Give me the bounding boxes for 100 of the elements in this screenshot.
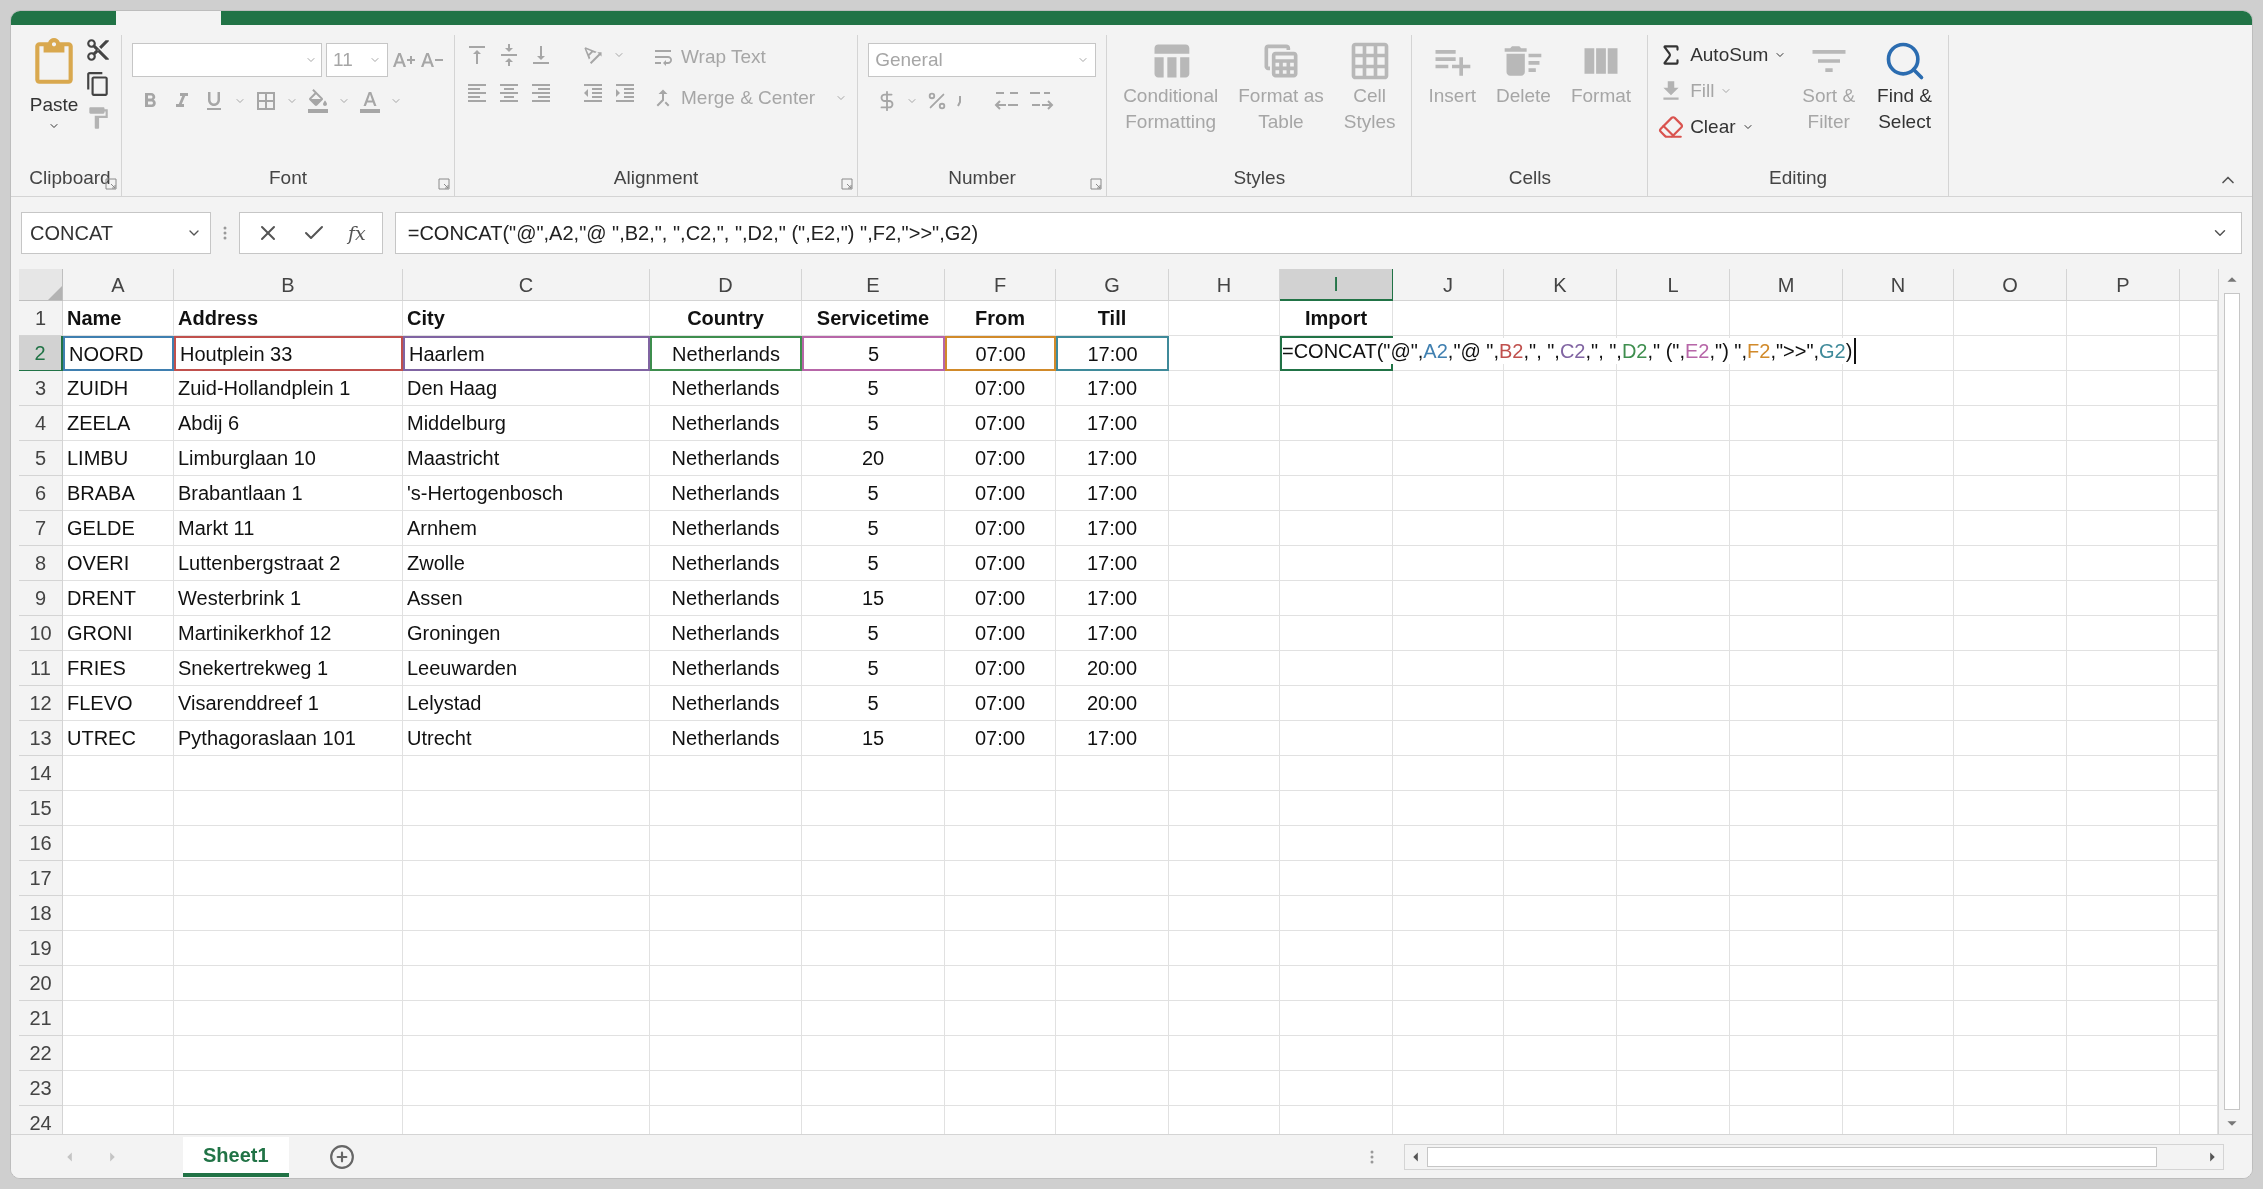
- scissors-icon[interactable]: [85, 37, 111, 63]
- row-header[interactable]: 19: [19, 931, 63, 966]
- table-cell: ZEELA: [63, 406, 174, 441]
- table-cell: 17:00: [1056, 476, 1169, 511]
- copy-icon[interactable]: [85, 71, 111, 97]
- table-cell: Westerbrink 1: [174, 581, 403, 616]
- table-cell: ZUIDH: [63, 371, 174, 406]
- scroll-thumb[interactable]: [2223, 293, 2240, 1110]
- table-cell: 15: [802, 581, 945, 616]
- group-label: Editing: [1769, 165, 1828, 190]
- column-header[interactable]: O: [1954, 269, 2067, 301]
- row-header[interactable]: 9: [19, 581, 63, 616]
- table-cell: Netherlands: [650, 441, 802, 476]
- row-header[interactable]: 2: [19, 336, 63, 371]
- column-header[interactable]: J: [1393, 269, 1504, 301]
- table-cell: 17:00: [1056, 721, 1169, 756]
- row-header[interactable]: 20: [19, 966, 63, 1001]
- table-cell: FLEVO: [63, 686, 174, 721]
- row-header[interactable]: 18: [19, 896, 63, 931]
- row-header[interactable]: 17: [19, 861, 63, 896]
- table-cell: Visarenddreef 1: [174, 686, 403, 721]
- row-header[interactable]: 22: [19, 1036, 63, 1071]
- table-cell: Luttenbergstraat 2: [174, 546, 403, 581]
- table-cell: 07:00: [945, 476, 1056, 511]
- ribbon-button[interactable]: Find & Select: [1871, 35, 1938, 143]
- formula-field[interactable]: =CONCAT("@",A2,"@ ",B2,", ",C2,", ",D2," (",E2,") ",F2,">>",G2): [394, 212, 2242, 254]
- column-header[interactable]: C: [403, 269, 650, 301]
- column-header[interactable]: N: [1843, 269, 1954, 301]
- highlighted-cell: Haarlem: [403, 336, 650, 371]
- column-header[interactable]: M: [1730, 269, 1843, 301]
- row-header[interactable]: 10: [19, 616, 63, 651]
- row-header[interactable]: 14: [19, 756, 63, 791]
- row-header[interactable]: 3: [19, 371, 63, 406]
- row-header[interactable]: 11: [19, 651, 63, 686]
- table-cell: 07:00: [945, 441, 1056, 476]
- table-cell: Netherlands: [650, 651, 802, 686]
- column-header[interactable]: L: [1617, 269, 1730, 301]
- row-header[interactable]: 21: [19, 1001, 63, 1036]
- table-cell: 17:00: [1056, 371, 1169, 406]
- table-cell: City: [403, 301, 650, 336]
- row-header[interactable]: 12: [19, 686, 63, 721]
- select-all-corner[interactable]: [19, 269, 63, 301]
- row-header[interactable]: 13: [19, 721, 63, 756]
- table-cell: 5: [802, 651, 945, 686]
- add-sheet-icon[interactable]: [328, 1143, 355, 1170]
- group-label: Number: [948, 165, 1016, 190]
- table-cell: Netherlands: [650, 371, 802, 406]
- ribbon-button[interactable]: AutoSum: [1658, 39, 1787, 71]
- table-cell: 17:00: [1056, 406, 1169, 441]
- highlighted-cell: 17:00: [1056, 336, 1169, 371]
- row-header[interactable]: 8: [19, 546, 63, 581]
- row-header[interactable]: 7: [19, 511, 63, 546]
- row-header[interactable]: 6: [19, 476, 63, 511]
- table-cell: Netherlands: [650, 406, 802, 441]
- table-cell: 5: [802, 546, 945, 581]
- table-cell: 07:00: [945, 406, 1056, 441]
- group-label: Alignment: [613, 165, 699, 190]
- column-header[interactable]: K: [1504, 269, 1617, 301]
- highlighted-cell: 07:00: [945, 336, 1056, 371]
- sheet-tab[interactable]: Sheet1: [183, 1136, 289, 1177]
- column-header[interactable]: P: [2067, 269, 2180, 301]
- table-cell: Netherlands: [650, 616, 802, 651]
- table-cell: GRONI: [63, 616, 174, 651]
- column-header[interactable]: G: [1056, 269, 1169, 301]
- scroll-thumb[interactable]: [1427, 1146, 2157, 1167]
- row-header[interactable]: 1: [19, 301, 63, 336]
- table-cell: 5: [802, 511, 945, 546]
- table-cell: 15: [802, 721, 945, 756]
- name-box[interactable]: CONCAT: [21, 212, 211, 254]
- eraser-icon: [1658, 114, 1685, 140]
- table-cell: 5: [802, 616, 945, 651]
- group-label: Cells: [1508, 165, 1551, 190]
- column-header[interactable]: F: [945, 269, 1056, 301]
- row-header[interactable]: 23: [19, 1071, 63, 1106]
- column-header[interactable]: I: [1280, 269, 1393, 301]
- insert-function-button[interactable]: fx: [348, 218, 366, 248]
- column-header[interactable]: E: [802, 269, 945, 301]
- table-cell: 17:00: [1056, 581, 1169, 616]
- table-cell: Till: [1056, 301, 1169, 336]
- table-cell: 07:00: [945, 511, 1056, 546]
- column-header[interactable]: A: [63, 269, 174, 301]
- row-header[interactable]: 5: [19, 441, 63, 476]
- table-cell: 5: [802, 476, 945, 511]
- horizontal-scrollbar[interactable]: [1404, 1143, 2224, 1170]
- highlighted-cell: 5: [802, 336, 945, 371]
- row-header[interactable]: 15: [19, 791, 63, 826]
- column-header[interactable]: B: [174, 269, 403, 301]
- row-header[interactable]: 16: [19, 826, 63, 861]
- grip-icon: [223, 225, 227, 241]
- table-cell: Servicetime: [802, 301, 945, 336]
- row-header[interactable]: 4: [19, 406, 63, 441]
- ribbon-button[interactable]: Clear: [1658, 111, 1787, 143]
- table-cell: Martinikerkhof 12: [174, 616, 403, 651]
- column-header[interactable]: D: [650, 269, 802, 301]
- row-header[interactable]: 24: [19, 1106, 63, 1134]
- paste-button[interactable]: Paste: [29, 35, 79, 132]
- highlighted-cell: NOORD: [63, 336, 174, 371]
- table-cell: Maastricht: [403, 441, 650, 476]
- table-cell: Zwolle: [403, 546, 650, 581]
- column-header[interactable]: H: [1169, 269, 1280, 301]
